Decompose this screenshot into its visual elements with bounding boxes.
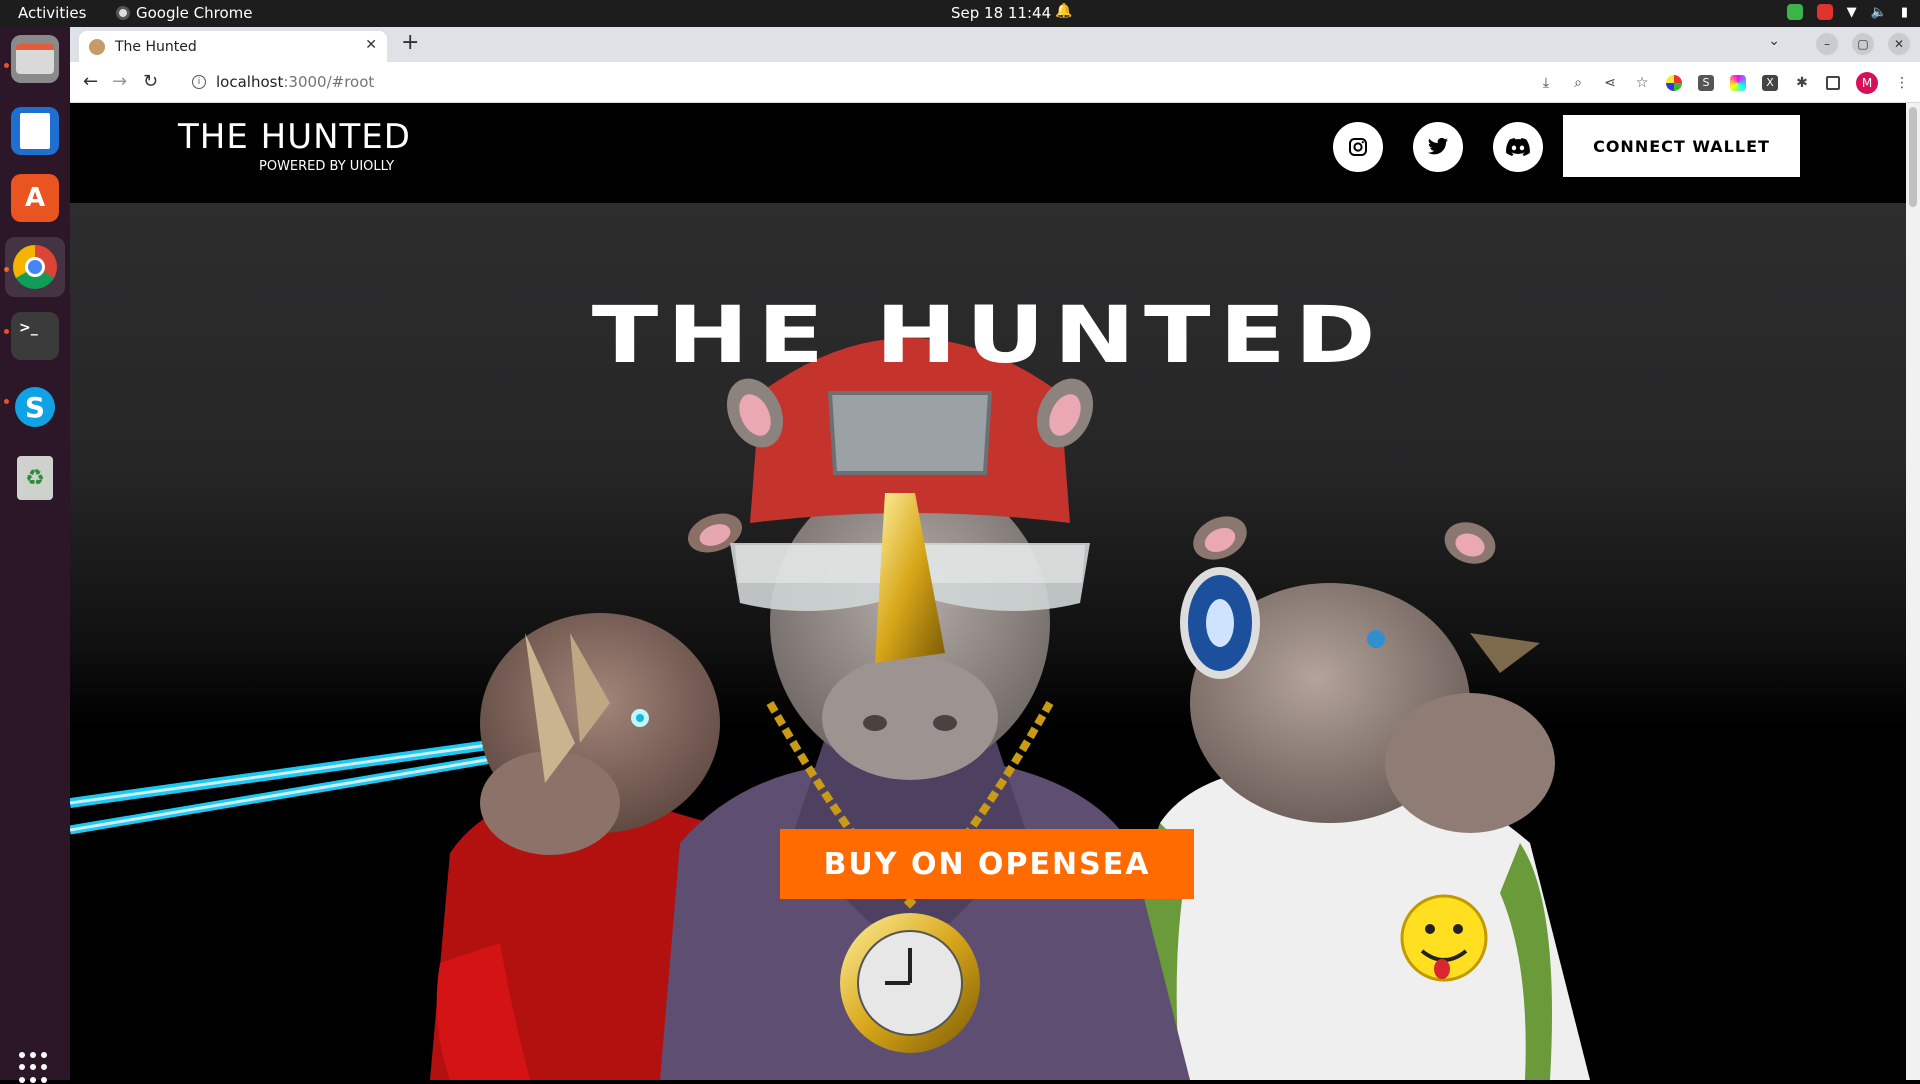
twitter-icon[interactable] <box>1413 122 1463 172</box>
site-favicon-icon <box>89 38 105 55</box>
dock: A >_ S ♻ <box>0 27 70 1083</box>
palette-extension-icon[interactable] <box>1730 75 1746 91</box>
discord-icon[interactable] <box>1493 122 1543 172</box>
app-center-icon[interactable]: A <box>11 174 59 222</box>
page-scrollbar[interactable] <box>1906 103 1920 1080</box>
window-controls: – ▢ ✕ <box>1816 33 1910 55</box>
nav-roadmap[interactable]: ROADMAP <box>881 137 962 156</box>
url-path: :3000/#root <box>283 73 375 91</box>
chrome-icon[interactable] <box>5 237 65 297</box>
reload-icon[interactable]: ↻ <box>143 71 158 92</box>
tab-search-icon[interactable]: ⌄ <box>1768 33 1780 49</box>
update-icon[interactable] <box>1786 4 1803 20</box>
instagram-icon[interactable] <box>1333 122 1383 172</box>
connect-wallet-button[interactable]: CONNECT WALLET <box>1563 115 1800 177</box>
volume-icon[interactable]: 🔈 <box>1871 5 1887 20</box>
maximize-icon[interactable]: ▢ <box>1852 33 1874 55</box>
scrollbar-thumb[interactable] <box>1909 107 1917 207</box>
record-icon[interactable] <box>1816 4 1833 20</box>
color-extension-icon[interactable] <box>1666 75 1682 91</box>
nav-faq[interactable]: FAQ <box>1172 137 1203 156</box>
profile-avatar[interactable]: M <box>1856 72 1878 94</box>
clock[interactable]: Sep 18 11:44 <box>951 4 1051 22</box>
bookmark-star-icon[interactable]: ☆ <box>1634 75 1650 91</box>
app-menu[interactable]: Google Chrome <box>116 4 253 22</box>
menu-kebab-icon[interactable]: ⋮ <box>1894 75 1910 91</box>
s-extension-icon[interactable]: S <box>1698 75 1714 91</box>
share-icon[interactable]: ⋖ <box>1602 75 1618 91</box>
writer-icon[interactable] <box>11 107 59 155</box>
address-bar[interactable]: i localhost:3000/#root <box>180 66 1620 98</box>
buy-on-opensea-button[interactable]: BUY ON OPENSEA <box>780 829 1194 899</box>
nav-team[interactable]: TEAM <box>1051 137 1096 156</box>
forward-icon[interactable]: → <box>112 71 127 92</box>
browser-toolbar: ← → ↻ i localhost:3000/#root ⤓ ⌕ ⋖ ☆ S X… <box>70 62 1920 103</box>
running-indicator <box>4 329 9 334</box>
side-panel-icon[interactable] <box>1826 76 1840 90</box>
hero-section: THE HUNTED BUY ON OPENSEA <box>70 203 1906 1080</box>
tab-strip: The Hunted ✕ + ⌄ – ▢ ✕ <box>70 27 1920 62</box>
center-rhino <box>660 338 1190 1080</box>
zoom-icon[interactable]: ⌕ <box>1570 75 1586 91</box>
site-header: THE HUNTED POWERED BY UIOLLY ABOUT ROADM… <box>70 103 1906 203</box>
system-top-bar: Activities Google Chrome Sep 18 11:44 🔔 … <box>0 0 1920 27</box>
trash-icon[interactable]: ♻ <box>11 454 59 502</box>
running-indicator <box>4 399 9 404</box>
wifi-icon[interactable]: ▼ <box>1847 5 1857 20</box>
app-name-label: Google Chrome <box>136 4 253 22</box>
page-viewport: THE HUNTED POWERED BY UIOLLY ABOUT ROADM… <box>70 103 1906 1080</box>
install-icon[interactable]: ⤓ <box>1538 75 1554 91</box>
nav-about[interactable]: ABOUT <box>748 137 804 156</box>
hero-title: THE HUNTED <box>591 291 1385 381</box>
site-logo[interactable]: THE HUNTED POWERED BY UIOLLY <box>178 117 411 174</box>
system-tray[interactable]: ▼ 🔈 ▮ <box>1786 4 1908 20</box>
new-tab-button[interactable]: + <box>401 30 419 55</box>
terminal-icon[interactable]: >_ <box>11 312 59 360</box>
chrome-small-icon <box>116 6 130 20</box>
brand-name: THE HUNTED <box>178 117 411 157</box>
url-host: localhost <box>216 73 284 91</box>
site-info-icon[interactable]: i <box>192 75 206 89</box>
right-rhino <box>1142 516 1590 1080</box>
bell-icon: 🔔 <box>1055 3 1073 19</box>
x-extension-icon[interactable]: X <box>1762 75 1778 91</box>
files-icon[interactable] <box>11 35 59 83</box>
tab-the-hunted[interactable]: The Hunted ✕ <box>79 31 387 62</box>
brand-subtitle: POWERED BY UIOLLY <box>259 159 395 174</box>
back-icon[interactable]: ← <box>83 71 98 92</box>
show-apps-icon[interactable] <box>19 1052 51 1084</box>
close-tab-icon[interactable]: ✕ <box>365 37 377 53</box>
extensions-puzzle-icon[interactable]: ✱ <box>1794 75 1810 91</box>
minimize-icon[interactable]: – <box>1816 33 1838 55</box>
toolbar-icons: ⤓ ⌕ ⋖ ☆ S X ✱ M ⋮ <box>1538 72 1910 94</box>
skype-icon[interactable]: S <box>11 383 59 431</box>
running-indicator <box>4 63 9 68</box>
close-window-icon[interactable]: ✕ <box>1888 33 1910 55</box>
tab-title: The Hunted <box>115 38 197 55</box>
activities-button[interactable]: Activities <box>18 4 86 22</box>
battery-icon[interactable]: ▮ <box>1901 5 1908 20</box>
